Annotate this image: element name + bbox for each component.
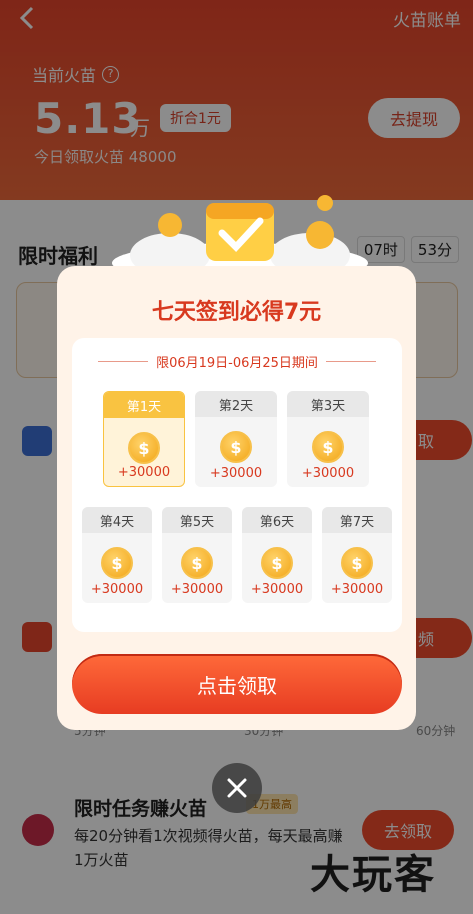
day-card-1[interactable]: 第1天 $ +30000 [103,391,185,487]
period-text: 限06月19日-06月25日期间 [72,352,402,371]
day-card-3[interactable]: 第3天 $ +30000 [287,391,369,487]
modal-title: 七天签到必得7元 [151,300,322,325]
close-button[interactable] [212,763,262,813]
coin-icon: $ [312,431,344,463]
coin-icon: $ [220,431,252,463]
watermark: 大玩客 [310,852,436,898]
day-card-5[interactable]: 第5天 $ +30000 [162,507,232,603]
claim-button[interactable]: 点击领取 [72,654,402,714]
coin-icon: $ [341,547,373,579]
close-icon [227,778,247,798]
coin-icon: $ [261,547,293,579]
day-card-7[interactable]: 第7天 $ +30000 [322,507,392,603]
divider [98,361,149,362]
coin-icon: $ [128,432,160,464]
coin-icon: $ [101,547,133,579]
day-card-4[interactable]: 第4天 $ +30000 [82,507,152,603]
coin-icon: $ [181,547,213,579]
day-card-2[interactable]: 第2天 $ +30000 [195,391,277,487]
day-card-6[interactable]: 第6天 $ +30000 [242,507,312,603]
divider [325,361,376,362]
